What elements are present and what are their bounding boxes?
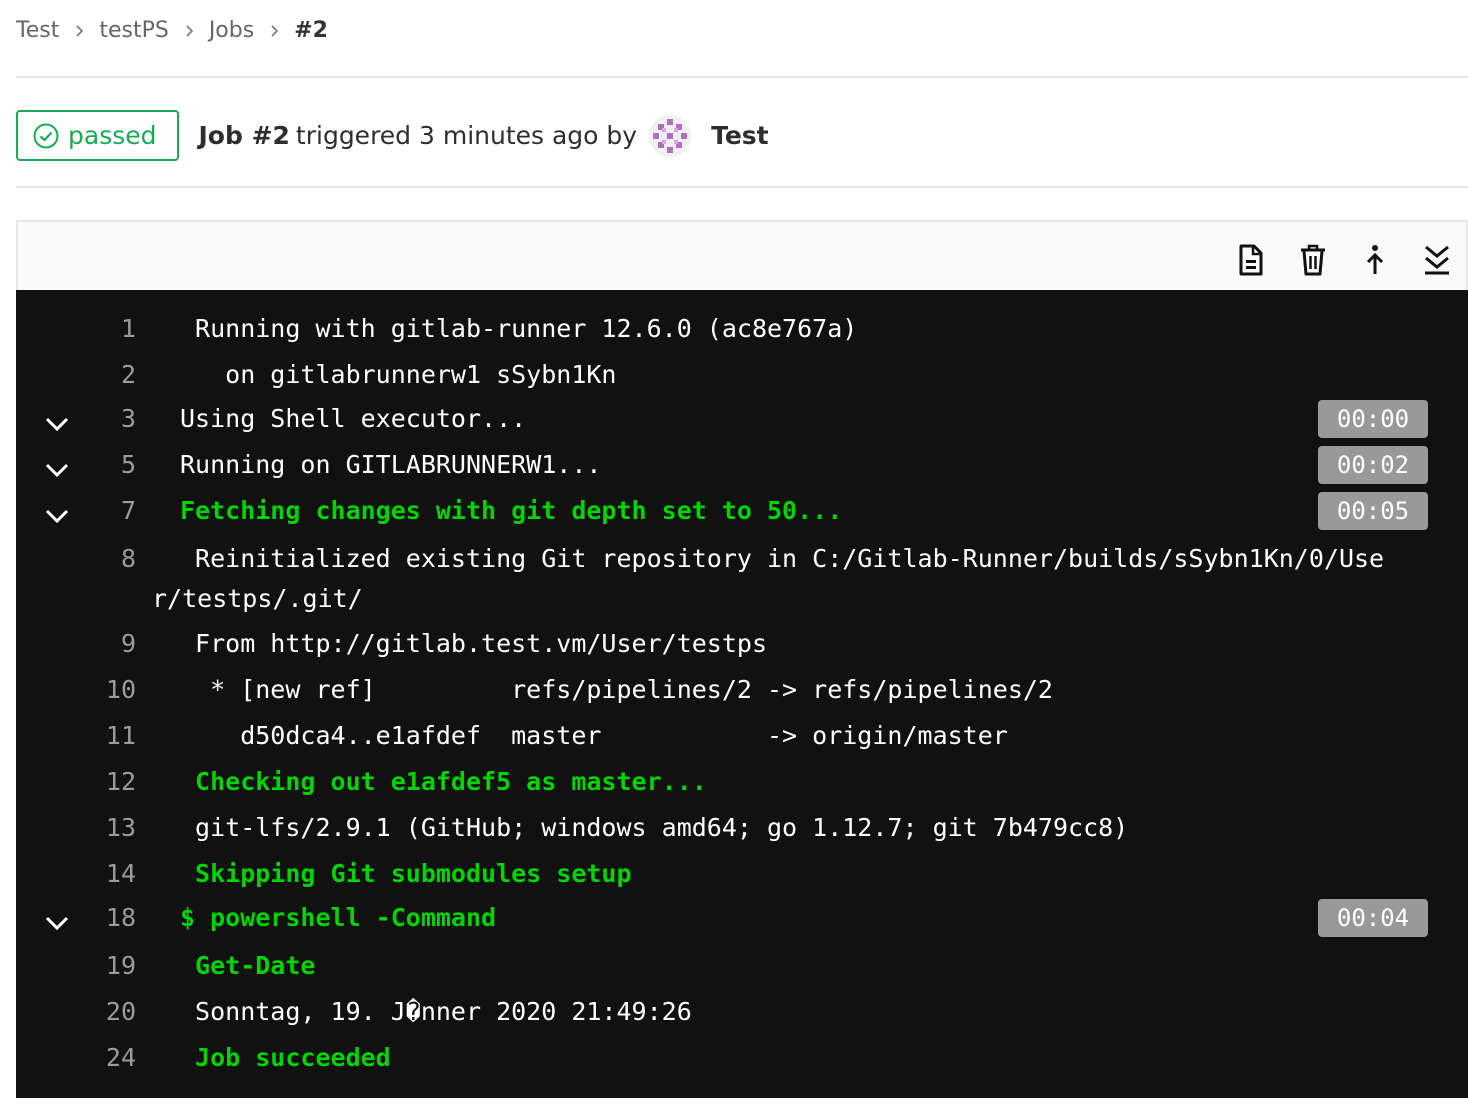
breadcrumb-item-group[interactable]: Test [16, 18, 59, 43]
job-id: Job #2 [198, 121, 290, 150]
divider [16, 186, 1468, 188]
line-number[interactable]: 20 [76, 997, 136, 1026]
log-section-header[interactable]: 3 Using Shell executor... 00:00 [16, 400, 1468, 450]
line-number[interactable]: 18 [76, 903, 136, 932]
check-circle-icon [33, 123, 59, 148]
section-duration-badge: 00:05 [1318, 492, 1428, 530]
line-number[interactable]: 2 [76, 360, 136, 389]
log-text: Skipping Git submodules setup [180, 859, 632, 888]
log-text: git-lfs/2.9.1 (GitHub; windows amd64; go… [180, 813, 1129, 842]
log-line: 10 * [new ref] refs/pipelines/2 -> refs/… [16, 675, 1468, 721]
avatar[interactable] [649, 114, 692, 157]
log-text: Running with gitlab-runner 12.6.0 (ac8e7… [180, 314, 858, 343]
job-title: Job #2 triggered 3 minutes ago by Test [198, 114, 769, 157]
line-number[interactable]: 5 [76, 450, 136, 479]
job-log: 1 Running with gitlab-runner 12.6.0 (ac8… [16, 290, 1468, 1098]
scroll-bottom-button[interactable] [1420, 240, 1454, 280]
raw-log-icon [1239, 244, 1263, 276]
status-badge[interactable]: passed [16, 110, 179, 161]
section-duration-badge: 00:04 [1318, 899, 1428, 937]
erase-log-button[interactable] [1296, 240, 1330, 280]
log-text: Job succeeded [180, 1043, 391, 1072]
line-number[interactable]: 11 [76, 721, 136, 750]
user-name[interactable]: Test [711, 121, 769, 150]
chevron-down-icon[interactable] [42, 410, 72, 440]
divider [16, 76, 1468, 78]
log-line: 11 d50dca4..e1afdef master -> origin/mas… [16, 721, 1468, 767]
log-toolbar [16, 220, 1468, 290]
log-text: $ powershell -Command [180, 903, 497, 932]
log-text: on gitlabrunnerw1 sSybn1Kn [180, 360, 617, 389]
log-section-header[interactable]: 18 $ powershell -Command 00:04 [16, 899, 1468, 949]
log-line: 12 Checking out e1afdef5 as master... [16, 767, 1468, 813]
line-number[interactable]: 14 [76, 859, 136, 888]
log-line: 1 Running with gitlab-runner 12.6.0 (ac8… [16, 314, 1468, 360]
job-header: passed Job #2 triggered 3 minutes ago by [16, 110, 769, 161]
breadcrumb-item-project[interactable]: testPS [99, 18, 168, 43]
log-section-header[interactable]: 7 Fetching changes with git depth set to… [16, 492, 1468, 542]
chevron-right-icon [254, 18, 294, 43]
log-text: Sonntag, 19. J�nner 2020 21:49:26 [180, 997, 692, 1026]
log-text: d50dca4..e1afdef master -> origin/master [180, 721, 1008, 750]
log-text: From http://gitlab.test.vm/User/testps [180, 629, 767, 658]
log-line: 13 git-lfs/2.9.1 (GitHub; windows amd64;… [16, 813, 1468, 859]
log-line: 20 Sonntag, 19. J�nner 2020 21:49:26 [16, 997, 1468, 1043]
chevron-down-icon[interactable] [42, 456, 72, 486]
log-section-header[interactable]: 5 Running on GITLABRUNNERW1... 00:02 [16, 446, 1468, 496]
log-text-wrapped: r/testps/.git/ [152, 584, 363, 613]
scroll-bottom-icon [1425, 245, 1449, 275]
line-number[interactable]: 9 [76, 629, 136, 658]
line-number[interactable]: 13 [76, 813, 136, 842]
chevron-right-icon [169, 18, 209, 43]
status-label: passed [68, 121, 157, 150]
log-line: 14 Skipping Git submodules setup [16, 859, 1468, 905]
line-number[interactable]: 1 [76, 314, 136, 343]
trash-icon [1301, 244, 1325, 276]
raw-log-button[interactable] [1234, 240, 1268, 280]
log-text: Using Shell executor... [180, 404, 527, 433]
triggered-text: triggered 3 minutes ago by [295, 121, 638, 150]
scroll-top-icon [1366, 245, 1384, 274]
log-line: 19 Get-Date [16, 951, 1468, 997]
breadcrumb-item-jobs[interactable]: Jobs [209, 18, 254, 43]
log-line: 24 Job succeeded [16, 1043, 1468, 1089]
line-number[interactable]: 10 [76, 675, 136, 704]
line-number[interactable]: 7 [76, 496, 136, 525]
log-text: Running on GITLABRUNNERW1... [180, 450, 602, 479]
section-duration-badge: 00:00 [1318, 400, 1428, 438]
line-number[interactable]: 19 [76, 951, 136, 980]
chevron-down-icon[interactable] [42, 502, 72, 532]
log-line: 2 on gitlabrunnerw1 sSybn1Kn [16, 360, 1468, 406]
log-text: Fetching changes with git depth set to 5… [180, 496, 843, 525]
breadcrumb-item-job[interactable]: #2 [294, 18, 328, 43]
log-line: 8 Reinitialized existing Git repository … [16, 544, 1468, 634]
section-duration-badge: 00:02 [1318, 446, 1428, 484]
log-text: * [new ref] refs/pipelines/2 -> refs/pip… [180, 675, 1053, 704]
log-text: Reinitialized existing Git repository in… [180, 544, 1385, 573]
chevron-down-icon[interactable] [42, 909, 72, 939]
line-number[interactable]: 24 [76, 1043, 136, 1072]
scroll-top-button[interactable] [1358, 240, 1392, 280]
line-number[interactable]: 8 [76, 544, 136, 573]
breadcrumb: Test testPS Jobs #2 [16, 14, 328, 46]
log-text: Get-Date [180, 951, 316, 980]
line-number[interactable]: 3 [76, 404, 136, 433]
chevron-right-icon [59, 18, 99, 43]
line-number[interactable]: 12 [76, 767, 136, 796]
log-text: Checking out e1afdef5 as master... [180, 767, 707, 796]
log-line: 9 From http://gitlab.test.vm/User/testps [16, 629, 1468, 675]
